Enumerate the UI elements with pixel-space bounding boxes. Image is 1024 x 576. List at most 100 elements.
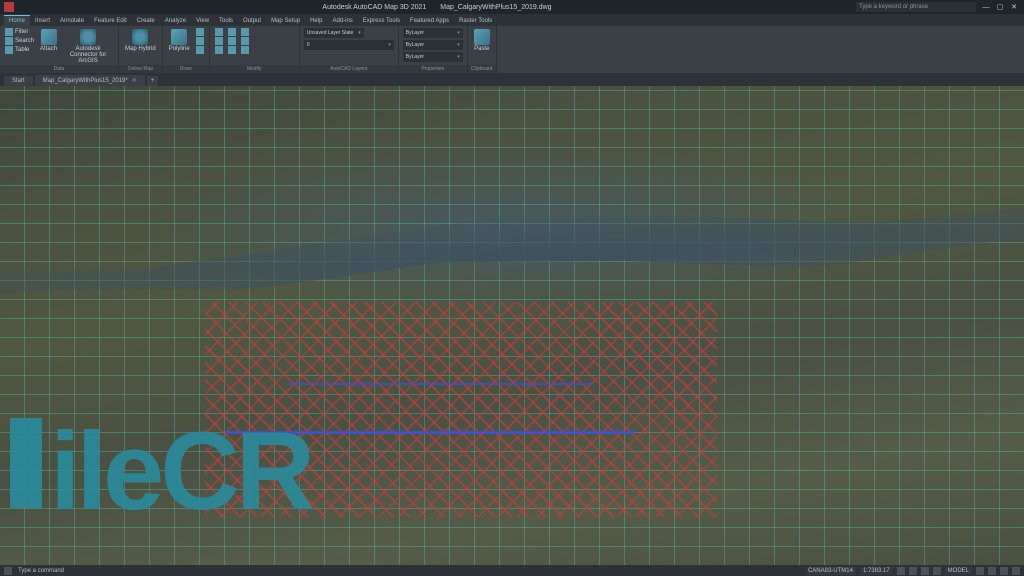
array-icon bbox=[241, 46, 249, 54]
modify-tool-button[interactable] bbox=[227, 28, 237, 36]
minimize-button[interactable]: — bbox=[980, 2, 992, 12]
attach-icon bbox=[41, 29, 57, 45]
ribbon-panel-online-map: Map Hybrid Online Map bbox=[119, 26, 163, 73]
ribbon-tab-home[interactable]: Home bbox=[4, 15, 30, 26]
model-button[interactable]: MODEL bbox=[945, 567, 972, 575]
ribbon-tab-addins[interactable]: Add-ins bbox=[327, 16, 357, 26]
modify-tool-button[interactable] bbox=[214, 28, 224, 36]
draw-tool-button[interactable] bbox=[195, 28, 205, 36]
fillet-icon bbox=[241, 37, 249, 45]
modify-tool-button[interactable] bbox=[240, 46, 250, 54]
linetype-dropdown[interactable]: ByLayer bbox=[403, 40, 463, 50]
settings-icon[interactable] bbox=[976, 567, 984, 575]
ribbon-panel-properties: ByLayer ByLayer ByLayer Properties bbox=[399, 26, 468, 73]
panel-label: Modify bbox=[210, 65, 299, 73]
modify-tool-button[interactable] bbox=[227, 37, 237, 45]
road-overlay bbox=[287, 383, 594, 385]
polyline-icon bbox=[171, 29, 187, 45]
panel-label: Clipboard bbox=[468, 65, 496, 73]
ribbon-tab-tools[interactable]: Tools bbox=[214, 16, 238, 26]
modify-tool-button[interactable] bbox=[240, 28, 250, 36]
stretch-icon bbox=[215, 46, 223, 54]
ribbon-panel-modify: Modify bbox=[210, 26, 300, 73]
filter-button[interactable]: Filter bbox=[4, 28, 35, 36]
modify-tool-button[interactable] bbox=[214, 46, 224, 54]
ribbon-tab-annotate[interactable]: Annotate bbox=[55, 16, 89, 26]
rotate-icon bbox=[228, 28, 236, 36]
ribbon: Filter Search Table Attach Autodesk Conn… bbox=[0, 26, 1024, 73]
move-icon bbox=[215, 28, 223, 36]
ribbon-panel-layers: Unsaved Layer State 0 AutoCAD Layers bbox=[300, 26, 399, 73]
app-name: Autodesk AutoCAD Map 3D 2021 bbox=[322, 4, 426, 11]
draw-tool-button[interactable] bbox=[195, 37, 205, 45]
ribbon-tab-output[interactable]: Output bbox=[238, 16, 266, 26]
title-center: Autodesk AutoCAD Map 3D 2021 Map_Calgary… bbox=[18, 4, 856, 11]
document-tabs: Start Map_CalgaryWithPlus15_2019*✕ + bbox=[0, 73, 1024, 86]
map-icon bbox=[132, 29, 148, 45]
new-tab-button[interactable]: + bbox=[147, 76, 159, 86]
ribbon-tab-featured-apps[interactable]: Featured Apps bbox=[405, 16, 454, 26]
attach-button[interactable]: Attach bbox=[38, 28, 59, 53]
clean-screen-icon[interactable] bbox=[1012, 567, 1020, 575]
help-search-input[interactable]: Type a keyword or phrase bbox=[856, 2, 976, 12]
globe-icon bbox=[80, 29, 96, 45]
maximize-button[interactable]: ▢ bbox=[994, 2, 1006, 12]
color-dropdown[interactable]: ByLayer bbox=[403, 28, 463, 38]
command-hint: Type a command bbox=[18, 568, 64, 574]
modify-tool-button[interactable] bbox=[214, 37, 224, 45]
document-tab-current[interactable]: Map_CalgaryWithPlus15_2019*✕ bbox=[35, 75, 145, 86]
paste-button[interactable]: Paste bbox=[472, 28, 492, 53]
polar-icon[interactable] bbox=[933, 567, 941, 575]
document-tab-start[interactable]: Start bbox=[4, 76, 33, 86]
ribbon-tab-view[interactable]: View bbox=[191, 16, 214, 26]
gear-icon[interactable] bbox=[988, 567, 996, 575]
panel-label: Draw bbox=[163, 65, 209, 73]
paste-icon bbox=[474, 29, 490, 45]
ortho-icon[interactable] bbox=[921, 567, 929, 575]
lineweight-dropdown[interactable]: ByLayer bbox=[403, 52, 463, 62]
snap-icon[interactable] bbox=[897, 567, 905, 575]
grid-icon[interactable] bbox=[909, 567, 917, 575]
ribbon-tab-analyze[interactable]: Analyze bbox=[160, 16, 191, 26]
ribbon-tab-express-tools[interactable]: Express Tools bbox=[358, 16, 405, 26]
arcgis-connector-button[interactable]: Autodesk Connector for ArcGIS bbox=[62, 28, 114, 65]
title-bar: Autodesk AutoCAD Map 3D 2021 Map_Calgary… bbox=[0, 0, 1024, 14]
panel-label: Online Map bbox=[119, 65, 162, 73]
map-hybrid-button[interactable]: Map Hybrid bbox=[123, 28, 158, 53]
ribbon-tab-create[interactable]: Create bbox=[132, 16, 160, 26]
ribbon-tab-feature-edit[interactable]: Feature Edit bbox=[89, 16, 132, 26]
mirror-icon bbox=[228, 37, 236, 45]
road-overlay bbox=[225, 431, 635, 434]
modify-tool-button[interactable] bbox=[227, 46, 237, 54]
model-space-icon[interactable] bbox=[4, 567, 12, 575]
close-button[interactable]: ✕ bbox=[1008, 2, 1020, 12]
panel-label: Properties bbox=[399, 65, 467, 73]
close-icon[interactable]: ✕ bbox=[132, 77, 137, 84]
search-icon bbox=[5, 37, 13, 45]
draw-tool-button[interactable] bbox=[195, 46, 205, 54]
arc-icon bbox=[196, 46, 204, 54]
ribbon-panel-data: Filter Search Table Attach Autodesk Conn… bbox=[0, 26, 119, 73]
table-icon bbox=[5, 46, 13, 54]
filter-icon bbox=[5, 28, 13, 36]
drawing-viewport[interactable]: ileCR bbox=[0, 86, 1024, 565]
layer-dropdown[interactable]: 0 bbox=[304, 40, 394, 50]
coordinate-system[interactable]: CANA83-UTM14 bbox=[805, 567, 856, 575]
modify-tool-button[interactable] bbox=[240, 37, 250, 45]
ribbon-tab-help[interactable]: Help bbox=[305, 16, 327, 26]
ribbon-tab-map-setup[interactable]: Map Setup bbox=[266, 16, 305, 26]
search-button[interactable]: Search bbox=[4, 37, 35, 45]
circle-icon bbox=[196, 37, 204, 45]
line-icon bbox=[196, 28, 204, 36]
panel-label: Data bbox=[0, 65, 118, 73]
ribbon-tab-insert[interactable]: Insert bbox=[30, 16, 55, 26]
polyline-button[interactable]: Polyline bbox=[167, 28, 192, 53]
panel-label: AutoCAD Layers bbox=[300, 65, 398, 73]
table-button[interactable]: Table bbox=[4, 46, 35, 54]
isolate-icon[interactable] bbox=[1000, 567, 1008, 575]
ribbon-tab-raster-tools[interactable]: Raster Tools bbox=[454, 16, 497, 26]
ribbon-tabs: Home Insert Annotate Feature Edit Create… bbox=[0, 14, 1024, 26]
scale-display[interactable]: 1:7383.17 bbox=[860, 567, 893, 575]
layer-state-dropdown[interactable]: Unsaved Layer State bbox=[304, 28, 364, 38]
ribbon-panel-draw: Polyline Draw bbox=[163, 26, 210, 73]
